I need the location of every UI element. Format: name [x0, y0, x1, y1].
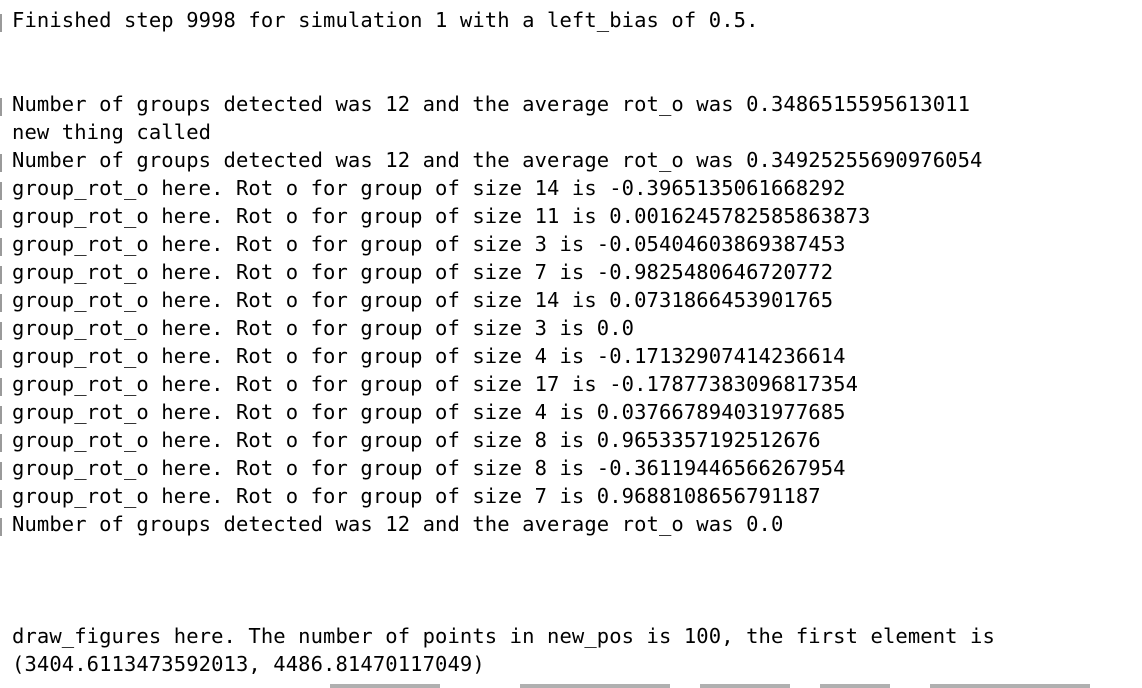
- terminal-line: group_rot_o here. Rot o for group of siz…: [12, 344, 846, 368]
- terminal-line: group_rot_o here. Rot o for group of siz…: [12, 260, 834, 284]
- peek-segment: [930, 684, 1090, 688]
- left-gutter: [0, 0, 3, 688]
- terminal-line: group_rot_o here. Rot o for group of siz…: [12, 428, 821, 452]
- underlying-window-peek: [0, 681, 1142, 688]
- terminal-line: group_rot_o here. Rot o for group of siz…: [12, 316, 635, 340]
- terminal-line: group_rot_o here. Rot o for group of siz…: [12, 400, 846, 424]
- terminal-line: draw_figures here. The number of points …: [12, 624, 995, 648]
- peek-segment: [700, 684, 790, 688]
- terminal-output[interactable]: Finished step 9998 for simulation 1 with…: [12, 6, 1134, 678]
- gutter-marker: [0, 266, 2, 284]
- gutter-marker: [0, 182, 2, 200]
- gutter-marker: [0, 378, 2, 396]
- terminal-line: Number of groups detected was 12 and the…: [12, 512, 784, 536]
- gutter-marker: [0, 322, 2, 340]
- gutter-marker: [0, 518, 2, 536]
- terminal-line: group_rot_o here. Rot o for group of siz…: [12, 232, 846, 256]
- gutter-marker: [0, 14, 2, 32]
- peek-segment: [330, 684, 440, 688]
- terminal-line: Finished step 9998 for simulation 1 with…: [12, 8, 759, 32]
- terminal-line: group_rot_o here. Rot o for group of siz…: [12, 484, 821, 508]
- peek-segment: [520, 684, 670, 688]
- gutter-marker: [0, 350, 2, 368]
- gutter-marker: [0, 210, 2, 228]
- gutter-marker: [0, 434, 2, 452]
- gutter-marker: [0, 238, 2, 256]
- peek-segment: [820, 684, 890, 688]
- terminal-line: group_rot_o here. Rot o for group of siz…: [12, 204, 871, 228]
- terminal-line: group_rot_o here. Rot o for group of siz…: [12, 176, 846, 200]
- gutter-marker: [0, 98, 2, 116]
- terminal-line: new thing called: [12, 120, 212, 144]
- gutter-marker: [0, 154, 2, 172]
- terminal-line: group_rot_o here. Rot o for group of siz…: [12, 288, 834, 312]
- terminal-line: Number of groups detected was 12 and the…: [12, 148, 983, 172]
- gutter-marker: [0, 294, 2, 312]
- terminal-line: group_rot_o here. Rot o for group of siz…: [12, 456, 846, 480]
- gutter-marker: [0, 406, 2, 424]
- terminal-window[interactable]: Finished step 9998 for simulation 1 with…: [0, 0, 1142, 688]
- terminal-line: group_rot_o here. Rot o for group of siz…: [12, 372, 859, 396]
- terminal-line: (3404.6113473592013, 4486.81470117049): [12, 652, 485, 676]
- gutter-marker: [0, 462, 2, 480]
- gutter-marker: [0, 490, 2, 508]
- terminal-line: Number of groups detected was 12 and the…: [12, 92, 971, 116]
